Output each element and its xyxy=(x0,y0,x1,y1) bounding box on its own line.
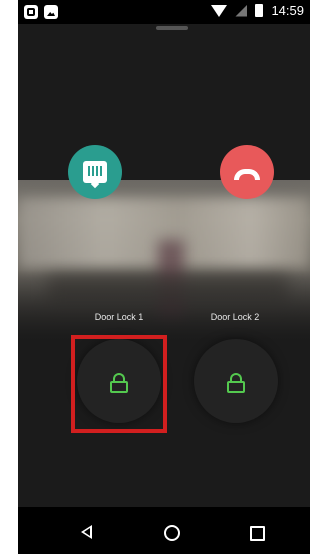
status-bar: 14:59 xyxy=(18,0,310,24)
door-lock-2-button[interactable] xyxy=(194,339,278,423)
image-notification-icon xyxy=(44,5,58,19)
home-icon[interactable] xyxy=(164,525,180,541)
hangup-button[interactable] xyxy=(220,145,274,199)
status-time: 14:59 xyxy=(271,3,304,18)
drag-handle[interactable] xyxy=(156,26,188,30)
padlock-icon xyxy=(110,373,128,393)
padlock-icon xyxy=(227,373,245,393)
door-lock-1-button[interactable] xyxy=(77,339,161,423)
no-signal-icon xyxy=(235,4,248,17)
app-notification-icon xyxy=(24,5,38,19)
hangup-phone-icon xyxy=(234,168,260,180)
answer-button[interactable] xyxy=(68,145,122,199)
back-icon[interactable] xyxy=(81,525,92,539)
recent-apps-icon[interactable] xyxy=(250,526,265,541)
door-lock-2-label: Door Lock 2 xyxy=(210,312,260,322)
door-lock-1-label: Door Lock 1 xyxy=(94,312,144,322)
intercom-icon xyxy=(83,161,107,183)
wifi-icon xyxy=(211,4,228,17)
phone-screen: 14:59 Door Lock 1 Door Lock 2 xyxy=(18,0,310,554)
navigation-bar xyxy=(18,507,310,554)
battery-icon xyxy=(255,4,264,17)
